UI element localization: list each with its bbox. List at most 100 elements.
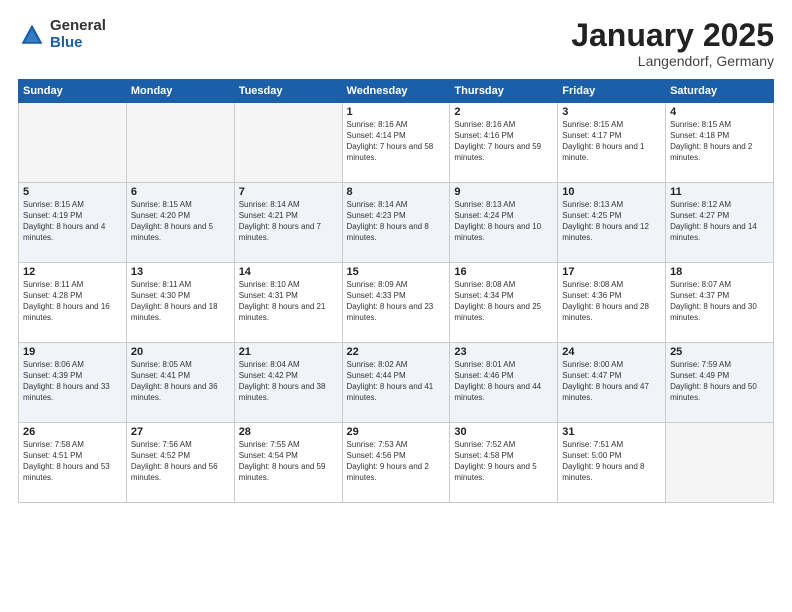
calendar-subtitle: Langendorf, Germany bbox=[571, 53, 774, 69]
col-thursday: Thursday bbox=[450, 80, 558, 103]
table-row: 3 Sunrise: 8:15 AMSunset: 4:17 PMDaylight… bbox=[558, 103, 666, 183]
day-info: Sunrise: 8:06 AMSunset: 4:39 PMDaylight:… bbox=[23, 360, 122, 403]
col-saturday: Saturday bbox=[666, 80, 774, 103]
day-info: Sunrise: 7:56 AMSunset: 4:52 PMDaylight:… bbox=[131, 440, 230, 483]
table-row: 2 Sunrise: 8:16 AMSunset: 4:16 PMDaylight… bbox=[450, 103, 558, 183]
table-row bbox=[666, 423, 774, 503]
table-row: 16 Sunrise: 8:08 AMSunset: 4:34 PMDayligh… bbox=[450, 263, 558, 343]
day-info: Sunrise: 8:12 AMSunset: 4:27 PMDaylight:… bbox=[670, 200, 769, 243]
day-info: Sunrise: 8:16 AMSunset: 4:14 PMDaylight:… bbox=[347, 120, 446, 163]
header: General Blue January 2025 Langendorf, Ge… bbox=[18, 18, 774, 69]
day-info: Sunrise: 8:09 AMSunset: 4:33 PMDaylight:… bbox=[347, 280, 446, 323]
table-row: 11Sunrise: 8:12 AMSunset: 4:27 PMDayligh… bbox=[666, 183, 774, 263]
table-row: 14Sunrise: 8:10 AMSunset: 4:31 PMDayligh… bbox=[234, 263, 342, 343]
table-row: 18 Sunrise: 8:07 AMSunset: 4:37 PMDayligh… bbox=[666, 263, 774, 343]
table-row: 25Sunrise: 7:59 AMSunset: 4:49 PMDayligh… bbox=[666, 343, 774, 423]
day-number: 9 bbox=[454, 186, 553, 198]
calendar-table: Sunday Monday Tuesday Wednesday Thursday… bbox=[18, 79, 774, 503]
table-row: 20 Sunrise: 8:05 AMSunset: 4:41 PMDayligh… bbox=[126, 343, 234, 423]
day-number: 21 bbox=[239, 346, 338, 358]
day-number: 1 bbox=[347, 106, 446, 118]
table-row: 7 Sunrise: 8:14 AMSunset: 4:21 PMDaylight… bbox=[234, 183, 342, 263]
day-info: Sunrise: 8:05 AMSunset: 4:41 PMDaylight:… bbox=[131, 360, 230, 403]
day-number: 23 bbox=[454, 346, 553, 358]
logo-general-text: General bbox=[50, 18, 106, 35]
day-number: 3 bbox=[562, 106, 661, 118]
day-number: 19 bbox=[23, 346, 122, 358]
table-row: 28 Sunrise: 7:55 AMSunset: 4:54 PMDayligh… bbox=[234, 423, 342, 503]
day-info: Sunrise: 7:52 AMSunset: 4:58 PMDaylight:… bbox=[454, 440, 553, 483]
day-number: 8 bbox=[347, 186, 446, 198]
day-info: Sunrise: 8:14 AMSunset: 4:21 PMDaylight:… bbox=[239, 200, 338, 243]
day-info: Sunrise: 8:08 AMSunset: 4:36 PMDaylight:… bbox=[562, 280, 661, 323]
day-info: Sunrise: 8:15 AMSunset: 4:18 PMDaylight:… bbox=[670, 120, 769, 163]
day-info: Sunrise: 8:07 AMSunset: 4:37 PMDaylight:… bbox=[670, 280, 769, 323]
day-info: Sunrise: 8:16 AMSunset: 4:16 PMDaylight:… bbox=[454, 120, 553, 163]
day-number: 15 bbox=[347, 266, 446, 278]
day-info: Sunrise: 7:51 AMSunset: 5:00 PMDaylight:… bbox=[562, 440, 661, 483]
day-number: 28 bbox=[239, 426, 338, 438]
day-number: 14 bbox=[239, 266, 338, 278]
day-number: 6 bbox=[131, 186, 230, 198]
day-number: 27 bbox=[131, 426, 230, 438]
calendar-week-row: 5 Sunrise: 8:15 AMSunset: 4:19 PMDaylight… bbox=[19, 183, 774, 263]
day-number: 7 bbox=[239, 186, 338, 198]
day-number: 24 bbox=[562, 346, 661, 358]
day-number: 5 bbox=[23, 186, 122, 198]
table-row: 6 Sunrise: 8:15 AMSunset: 4:20 PMDaylight… bbox=[126, 183, 234, 263]
day-number: 29 bbox=[347, 426, 446, 438]
table-row: 4 Sunrise: 8:15 AMSunset: 4:18 PMDaylight… bbox=[666, 103, 774, 183]
day-info: Sunrise: 7:58 AMSunset: 4:51 PMDaylight:… bbox=[23, 440, 122, 483]
day-number: 26 bbox=[23, 426, 122, 438]
day-info: Sunrise: 8:15 AMSunset: 4:17 PMDaylight:… bbox=[562, 120, 661, 163]
day-number: 2 bbox=[454, 106, 553, 118]
day-number: 10 bbox=[562, 186, 661, 198]
table-row: 10 Sunrise: 8:13 AMSunset: 4:25 PMDayligh… bbox=[558, 183, 666, 263]
table-row: 29 Sunrise: 7:53 AMSunset: 4:56 PMDayligh… bbox=[342, 423, 450, 503]
col-friday: Friday bbox=[558, 80, 666, 103]
day-number: 22 bbox=[347, 346, 446, 358]
day-info: Sunrise: 8:14 AMSunset: 4:23 PMDaylight:… bbox=[347, 200, 446, 243]
calendar-week-row: 26 Sunrise: 7:58 AMSunset: 4:51 PMDayligh… bbox=[19, 423, 774, 503]
logo-text: General Blue bbox=[50, 18, 106, 51]
table-row: 23Sunrise: 8:01 AMSunset: 4:46 PMDayligh… bbox=[450, 343, 558, 423]
table-row: 31 Sunrise: 7:51 AMSunset: 5:00 PMDayligh… bbox=[558, 423, 666, 503]
col-wednesday: Wednesday bbox=[342, 80, 450, 103]
table-row: 1 Sunrise: 8:16 AMSunset: 4:14 PMDaylight… bbox=[342, 103, 450, 183]
table-row bbox=[126, 103, 234, 183]
day-info: Sunrise: 8:11 AMSunset: 4:30 PMDaylight:… bbox=[131, 280, 230, 323]
day-number: 20 bbox=[131, 346, 230, 358]
calendar-week-row: 12Sunrise: 8:11 AMSunset: 4:28 PMDayligh… bbox=[19, 263, 774, 343]
col-sunday: Sunday bbox=[19, 80, 127, 103]
page: General Blue January 2025 Langendorf, Ge… bbox=[0, 0, 792, 612]
table-row bbox=[234, 103, 342, 183]
day-info: Sunrise: 8:15 AMSunset: 4:19 PMDaylight:… bbox=[23, 200, 122, 243]
table-row: 24Sunrise: 8:00 AMSunset: 4:47 PMDayligh… bbox=[558, 343, 666, 423]
table-row: 22 Sunrise: 8:02 AMSunset: 4:44 PMDayligh… bbox=[342, 343, 450, 423]
table-row: 12Sunrise: 8:11 AMSunset: 4:28 PMDayligh… bbox=[19, 263, 127, 343]
table-row: 19 Sunrise: 8:06 AMSunset: 4:39 PMDayligh… bbox=[19, 343, 127, 423]
day-number: 12 bbox=[23, 266, 122, 278]
day-info: Sunrise: 8:08 AMSunset: 4:34 PMDaylight:… bbox=[454, 280, 553, 323]
day-number: 4 bbox=[670, 106, 769, 118]
day-info: Sunrise: 7:55 AMSunset: 4:54 PMDaylight:… bbox=[239, 440, 338, 483]
table-row: 26 Sunrise: 7:58 AMSunset: 4:51 PMDayligh… bbox=[19, 423, 127, 503]
table-row: 9 Sunrise: 8:13 AMSunset: 4:24 PMDaylight… bbox=[450, 183, 558, 263]
table-row: 13Sunrise: 8:11 AMSunset: 4:30 PMDayligh… bbox=[126, 263, 234, 343]
col-tuesday: Tuesday bbox=[234, 80, 342, 103]
table-row: 15 Sunrise: 8:09 AMSunset: 4:33 PMDayligh… bbox=[342, 263, 450, 343]
logo-blue-text: Blue bbox=[50, 35, 106, 52]
day-number: 16 bbox=[454, 266, 553, 278]
day-info: Sunrise: 8:13 AMSunset: 4:25 PMDaylight:… bbox=[562, 200, 661, 243]
day-info: Sunrise: 8:02 AMSunset: 4:44 PMDaylight:… bbox=[347, 360, 446, 403]
day-number: 18 bbox=[670, 266, 769, 278]
day-number: 31 bbox=[562, 426, 661, 438]
day-info: Sunrise: 7:59 AMSunset: 4:49 PMDaylight:… bbox=[670, 360, 769, 403]
calendar-title: January 2025 bbox=[571, 18, 774, 53]
day-info: Sunrise: 8:15 AMSunset: 4:20 PMDaylight:… bbox=[131, 200, 230, 243]
header-row: Sunday Monday Tuesday Wednesday Thursday… bbox=[19, 80, 774, 103]
day-number: 17 bbox=[562, 266, 661, 278]
table-row: 8 Sunrise: 8:14 AMSunset: 4:23 PMDaylight… bbox=[342, 183, 450, 263]
day-info: Sunrise: 7:53 AMSunset: 4:56 PMDaylight:… bbox=[347, 440, 446, 483]
day-info: Sunrise: 8:13 AMSunset: 4:24 PMDaylight:… bbox=[454, 200, 553, 243]
